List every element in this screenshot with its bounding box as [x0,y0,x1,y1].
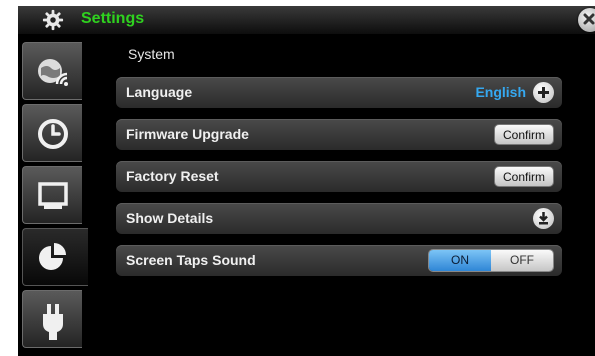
tab-display[interactable] [22,166,82,224]
expand-down-icon [539,212,548,225]
display-icon [38,182,68,209]
pie-chart-icon [39,243,66,270]
section-title: System [128,46,175,62]
tab-network[interactable] [22,42,82,100]
window-title: Settings [81,10,145,27]
tab-clock[interactable] [22,104,82,162]
plus-icon [538,87,549,98]
power-plug-icon [43,304,63,340]
firmware-upgrade-row: Firmware Upgrade Confirm [116,119,562,150]
screen-taps-sound-label: Screen Taps Sound [126,252,256,268]
gear-icon [42,9,64,31]
sidebar [18,34,98,356]
network-globe-icon [38,59,68,86]
language-label: Language [126,84,193,100]
screen-taps-sound-toggle[interactable]: ON OFF [428,249,554,272]
clock-icon [38,119,68,149]
tab-system[interactable] [22,228,88,286]
factory-reset-row: Factory Reset Confirm [116,161,562,192]
firmware-confirm-button[interactable]: Confirm [494,124,554,145]
settings-window: Settings System Language English Firmwar… [18,6,595,356]
firmware-upgrade-label: Firmware Upgrade [126,126,249,142]
screen-taps-sound-row: Screen Taps Sound ON OFF [116,245,562,276]
show-details-row[interactable]: Show Details [116,203,562,234]
language-value: English [475,84,526,100]
factory-reset-label: Factory Reset [126,168,219,184]
show-details-label: Show Details [126,210,214,226]
close-icon [583,13,595,25]
close-button[interactable] [578,8,595,32]
language-row[interactable]: Language English [116,77,562,108]
language-add-button[interactable] [533,82,554,103]
factory-reset-confirm-button[interactable]: Confirm [494,166,554,187]
show-details-button[interactable] [533,208,554,229]
tab-power[interactable] [22,290,82,348]
settings-panel: System Language English Firmware Upgrade… [98,34,595,356]
toggle-on-option[interactable]: ON [429,250,491,271]
toggle-off-option[interactable]: OFF [491,250,553,271]
title-bar: Settings [18,6,595,34]
